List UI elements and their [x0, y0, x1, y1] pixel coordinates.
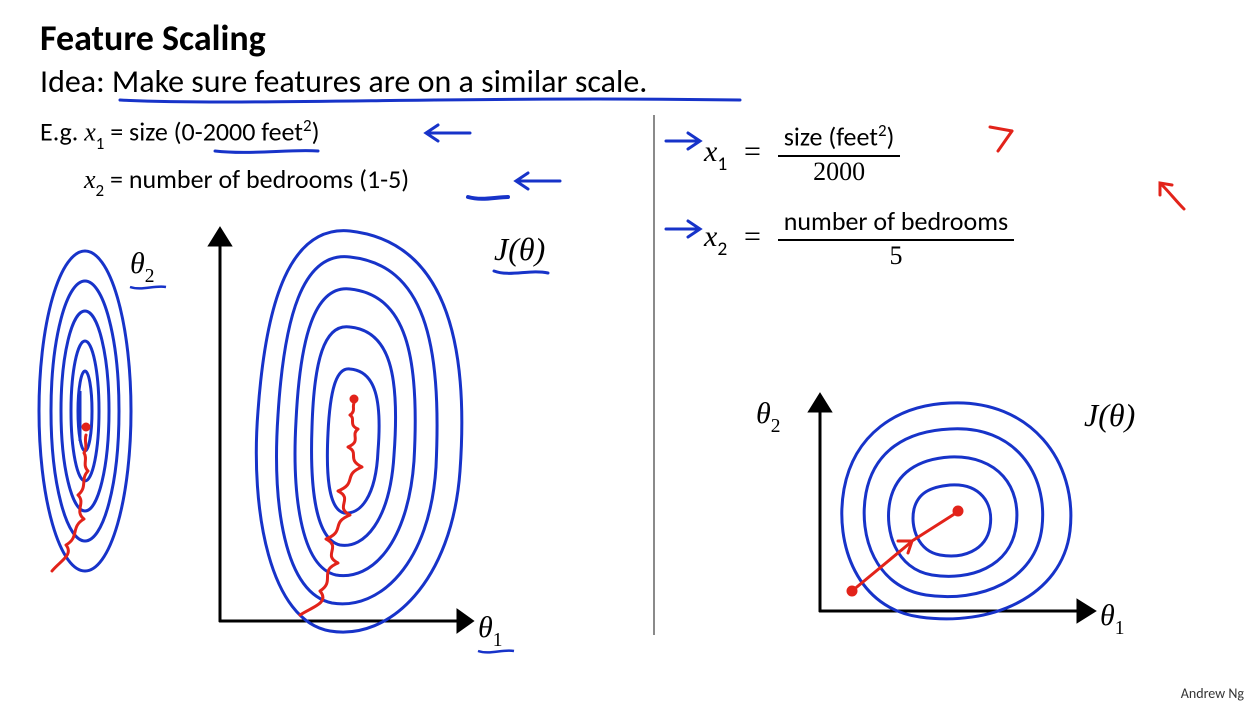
idea-text: Make sure features are on a similar scal… [112, 62, 647, 101]
r-theta2-sub: 2 [771, 416, 781, 437]
right-x1-annotations [660, 119, 1160, 179]
right-x2-annotations [660, 171, 1220, 251]
left-theta1-underline [476, 645, 520, 659]
r-theta2: θ [756, 397, 771, 430]
content-area: E.g. x1 = size (0-2000 feet2) x2 = numbe… [40, 101, 1218, 701]
right-plot [800, 381, 1120, 641]
left-mini-contours [30, 241, 150, 601]
slide-title: Feature Scaling [40, 16, 1218, 60]
attribution: Andrew Ng [1181, 685, 1244, 702]
idea-prefix: Idea: [40, 62, 112, 101]
left-cost-underline [490, 263, 560, 283]
idea-line: Idea: Make sure features are on a simila… [40, 62, 1218, 101]
right-theta2-label: θ2 [756, 397, 781, 436]
vertical-divider [652, 115, 656, 635]
slide: Feature Scaling Idea: Make sure features… [0, 0, 1248, 704]
left-main-plot [180, 211, 500, 641]
